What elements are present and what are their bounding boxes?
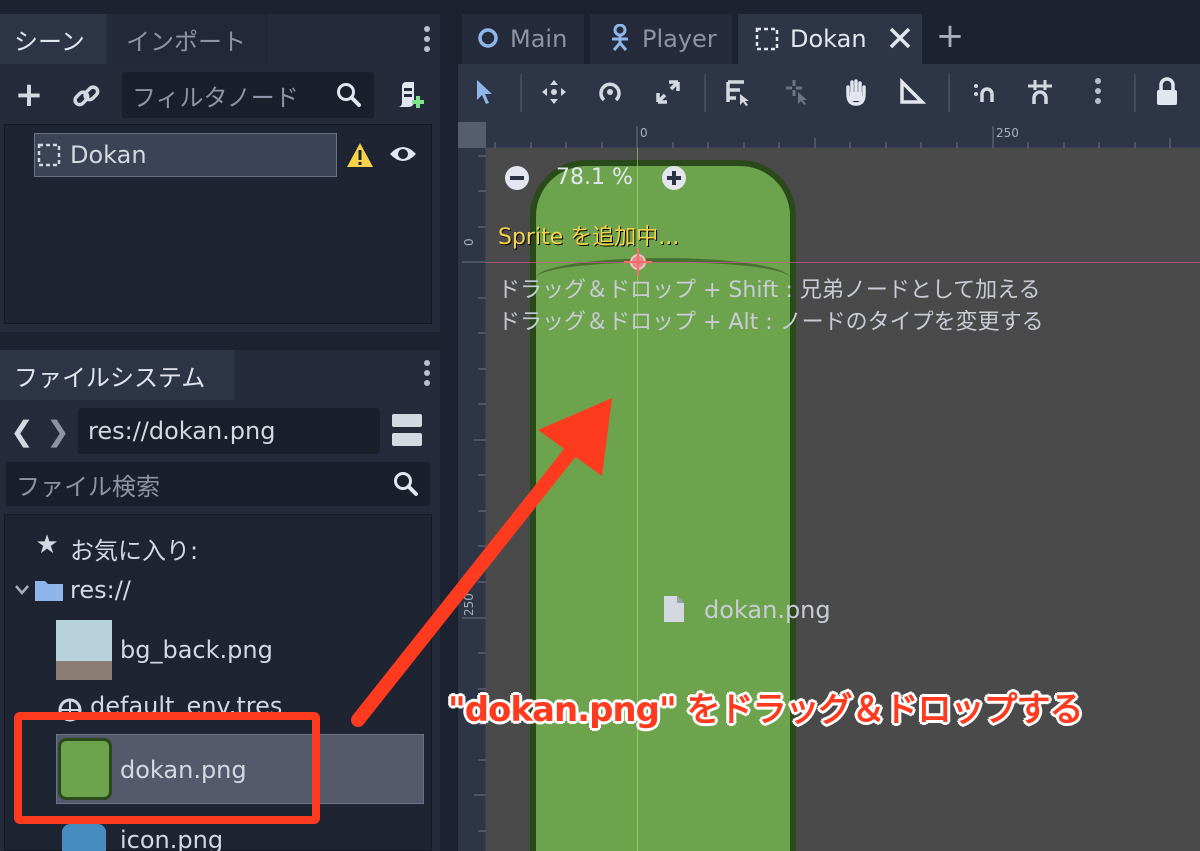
annotation-text: "dokan.png" をドラッグ＆ドロップする (448, 690, 1084, 730)
